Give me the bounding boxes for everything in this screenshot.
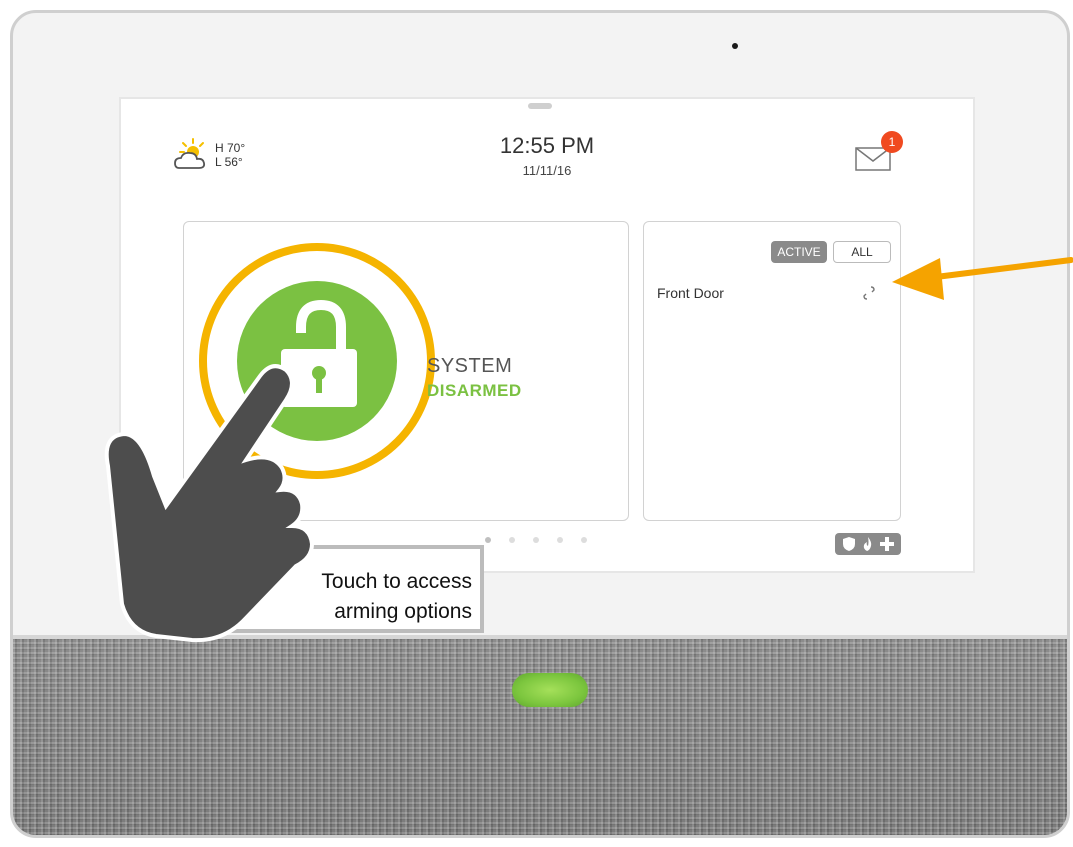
fire-icon [863, 537, 872, 551]
speaker-grille [13, 639, 1067, 835]
cross-icon [880, 537, 894, 551]
message-count-badge: 1 [881, 131, 903, 153]
tab-all[interactable]: ALL [833, 241, 891, 263]
page-dot[interactable] [533, 537, 539, 543]
camera-dot [732, 43, 738, 49]
open-link-icon [863, 286, 875, 300]
tab-active[interactable]: ACTIVE [771, 241, 827, 263]
sensor-item-front-door[interactable]: Front Door [657, 285, 724, 301]
pull-down-handle[interactable] [528, 103, 552, 109]
page-dot[interactable] [509, 537, 515, 543]
clock-date: 11/11/16 [522, 163, 572, 178]
pointer-arrow [892, 257, 1073, 300]
page-dot[interactable] [557, 537, 563, 543]
emergency-button[interactable] [835, 533, 901, 555]
shield-icon [843, 537, 855, 551]
sensor-panel [643, 221, 901, 521]
hint-line-1: Touch to access [321, 570, 472, 593]
system-status: DISARMED [427, 381, 522, 400]
status-led [512, 673, 588, 707]
clock-time: 12:55 PM [499, 133, 595, 158]
hint-line-2: arming options [334, 600, 472, 623]
page-dot[interactable] [485, 537, 491, 543]
system-label: SYSTEM [427, 355, 513, 377]
pointing-hand-icon [104, 364, 315, 643]
page-dot[interactable] [581, 537, 587, 543]
hint-text: Touch to access arming options [321, 567, 472, 627]
